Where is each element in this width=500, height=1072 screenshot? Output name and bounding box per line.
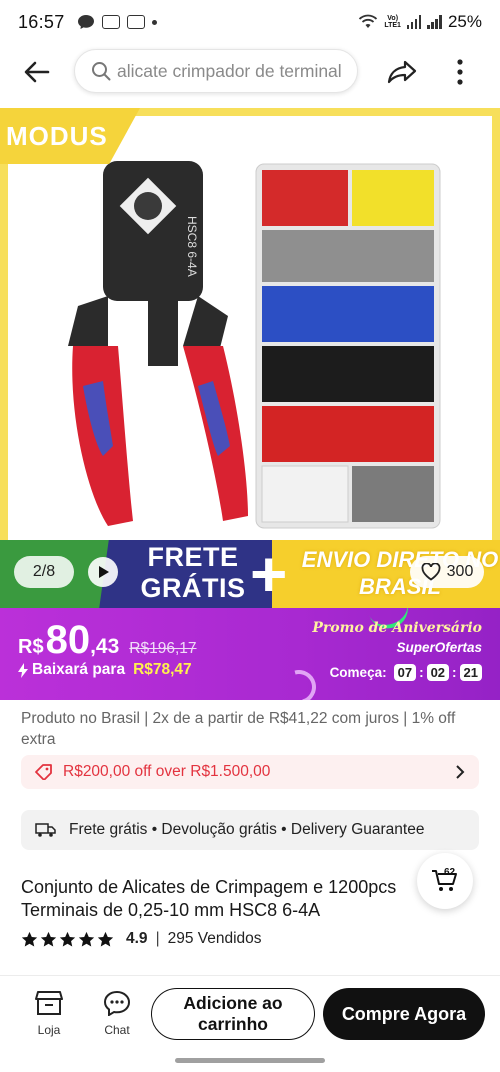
star-rating	[21, 931, 114, 948]
price-decimal: ,43	[90, 635, 120, 658]
banner-decoration	[275, 663, 323, 700]
original-price: R$196,17	[129, 640, 197, 657]
price-drop-label: Baixará para	[32, 661, 126, 678]
countdown-label: Começa:	[329, 665, 387, 680]
arrow-left-icon	[24, 61, 50, 83]
product-title: Conjunto de Alicates de Crimpagem e 1200…	[21, 877, 397, 920]
countdown-separator: :	[452, 665, 457, 680]
share-icon	[387, 60, 417, 84]
status-time: 16:57	[18, 11, 65, 32]
share-button[interactable]	[385, 56, 419, 88]
wishlist-button[interactable]: 300	[410, 556, 484, 588]
shipping-row[interactable]: Frete grátis • Devolução grátis • Delive…	[21, 810, 479, 850]
store-icon	[35, 991, 63, 1015]
more-vertical-icon	[457, 59, 463, 85]
countdown-minutes: 02	[426, 664, 450, 681]
truck-icon	[35, 823, 56, 837]
product-photo: HSC8 6-4A	[8, 116, 492, 540]
current-price: R$ 80 ,43 R$196,17	[18, 618, 197, 663]
messenger-icon	[77, 15, 94, 29]
more-options-button[interactable]	[450, 56, 470, 88]
wifi-icon	[359, 14, 378, 28]
price-currency: R$	[18, 636, 44, 658]
countdown-seconds: 21	[459, 664, 482, 681]
volte-icon: Vo) LTE1	[384, 15, 401, 29]
crimper-tool: HSC8 6-4A	[68, 161, 248, 526]
countdown-timer: Começa: 07 : 02 : 21	[330, 664, 482, 681]
product-image-gallery[interactable]: HSC8 6-4A MODUS	[0, 108, 500, 540]
add-to-cart-button[interactable]: Adicione ao carrinho	[151, 988, 315, 1040]
cart-count-badge: 62	[444, 867, 456, 878]
status-bar: 16:57 Vo) LTE1 25%	[0, 0, 500, 44]
coupon-row[interactable]: R$200,00 off over R$1.500,00	[21, 755, 479, 789]
sold-count: 295 Vendidos	[167, 930, 262, 947]
lightning-icon	[18, 662, 28, 678]
chevron-right-icon	[456, 765, 465, 779]
wishlist-count: 300	[446, 563, 474, 580]
price-drop-value: R$78,47	[133, 661, 192, 678]
brand-logo: MODUS	[6, 121, 108, 151]
free-shipping-banner-text: FRETE GRÁTIS	[140, 542, 246, 603]
chat-icon	[103, 990, 131, 1017]
back-button[interactable]	[22, 57, 52, 87]
countdown-separator: :	[419, 665, 424, 680]
star-icon	[97, 931, 114, 947]
search-header: alicate crimpador de terminal	[0, 44, 500, 102]
voicemail-icon	[126, 15, 145, 29]
terminal-kit-box	[255, 163, 441, 529]
search-placeholder: alicate crimpador de terminal	[117, 60, 342, 81]
system-icons: Vo) LTE1 25%	[358, 12, 482, 32]
home-indicator[interactable]	[175, 1058, 325, 1063]
heart-icon	[421, 563, 441, 581]
chat-label: Chat	[104, 1023, 130, 1037]
tag-icon	[35, 764, 52, 780]
star-icon	[40, 931, 57, 947]
star-icon	[78, 931, 95, 947]
price-integer: 80	[45, 618, 91, 662]
installments-info: Produto no Brasil | 2x de a partir de R$…	[21, 710, 456, 748]
price-banner: R$ 80 ,43 R$196,17 Baixará para R$78,47 …	[0, 608, 500, 700]
plus-icon: +	[250, 540, 288, 608]
shipping-text: Frete grátis • Devolução grátis • Delive…	[69, 821, 425, 838]
play-video-button[interactable]	[88, 557, 118, 587]
tool-model-label: HSC8 6-4A	[185, 216, 199, 277]
buy-now-button[interactable]: Compre Agora	[323, 988, 485, 1040]
play-icon	[99, 566, 109, 578]
promo-subtitle: SuperOfertas	[396, 640, 482, 655]
store-button[interactable]: Loja	[24, 990, 74, 1037]
bottom-action-bar: Loja Chat Adicione ao carrinho Compre Ag…	[0, 975, 500, 1055]
store-label: Loja	[37, 1023, 61, 1037]
more-notifications-icon	[151, 19, 157, 25]
countdown-hours: 07	[393, 664, 417, 681]
rating-separator: |	[155, 930, 160, 947]
chat-button[interactable]: Chat	[92, 990, 142, 1037]
coupon-text: R$200,00 off over R$1.500,00	[63, 763, 271, 780]
image-counter: 2/8	[14, 556, 74, 588]
promo-title: Promo de Aniversário	[312, 620, 482, 636]
product-photo-illustration: HSC8 6-4A	[68, 161, 441, 529]
rating-row[interactable]: 4.9 | 295 Vendidos	[21, 930, 262, 948]
star-icon	[59, 931, 76, 947]
signal-icon	[406, 15, 422, 29]
battery-percent: 25%	[447, 12, 482, 31]
cart-button[interactable]: 62	[417, 853, 473, 909]
rating-value: 4.9	[126, 930, 148, 947]
notification-icons	[77, 14, 157, 30]
star-icon	[21, 931, 38, 947]
price-drop-notice: Baixará para R$78,47	[18, 661, 192, 679]
search-input[interactable]: alicate crimpador de terminal	[74, 49, 358, 93]
search-icon	[92, 62, 111, 81]
signal-icon	[427, 15, 442, 29]
voicemail-icon	[101, 15, 120, 29]
